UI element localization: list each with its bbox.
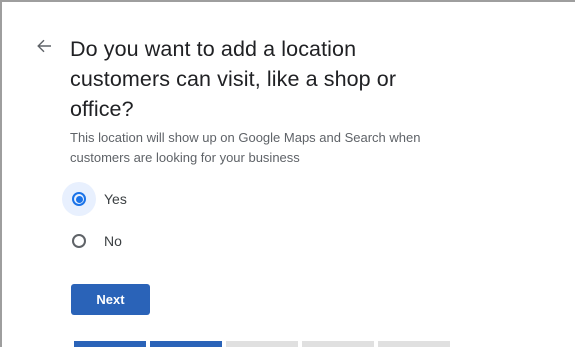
radio-button-no[interactable] bbox=[72, 234, 86, 248]
progress-segment-2 bbox=[150, 341, 222, 347]
location-question-card: Do you want to add a location customers … bbox=[0, 0, 575, 347]
progress-segment-1 bbox=[74, 341, 146, 347]
next-button[interactable]: Next bbox=[71, 284, 150, 315]
progress-segment-3 bbox=[226, 341, 298, 347]
step-progress-bar bbox=[74, 341, 450, 347]
radio-selected-dot bbox=[75, 195, 83, 203]
radio-button-yes[interactable] bbox=[72, 192, 86, 206]
radio-focus-halo bbox=[62, 182, 96, 216]
radio-label-no: No bbox=[104, 233, 122, 249]
arrow-left-icon bbox=[37, 39, 51, 53]
radio-option-yes[interactable]: Yes bbox=[62, 182, 127, 216]
radio-option-no[interactable]: No bbox=[62, 224, 122, 258]
radio-halo-no bbox=[62, 224, 96, 258]
back-button[interactable] bbox=[32, 34, 56, 58]
radio-label-yes: Yes bbox=[104, 191, 127, 207]
page-description: This location will show up on Google Map… bbox=[70, 130, 421, 165]
progress-segment-4 bbox=[302, 341, 374, 347]
progress-segment-5 bbox=[378, 341, 450, 347]
page-title: Do you want to add a location customers … bbox=[70, 37, 397, 121]
